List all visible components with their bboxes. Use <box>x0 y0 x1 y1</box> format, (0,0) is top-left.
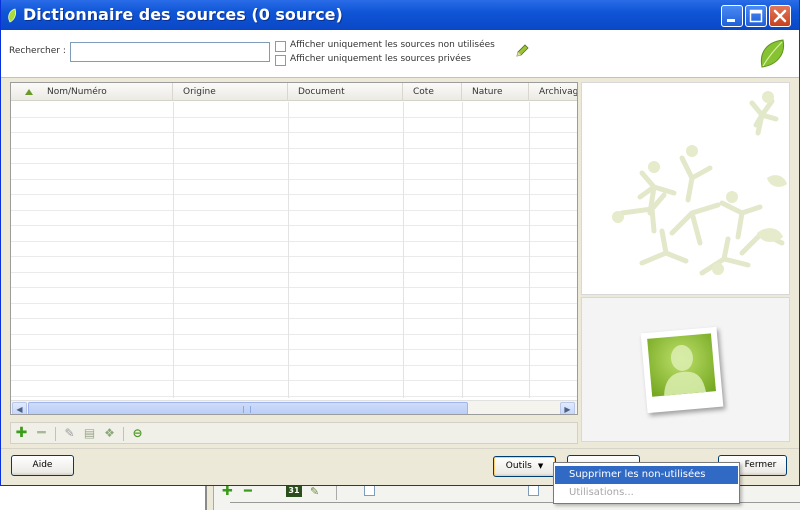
background-add-icon: ✚ <box>222 484 233 499</box>
empty-table-row <box>11 242 577 257</box>
scroll-grip <box>243 406 251 413</box>
person-silhouette-icon <box>647 333 716 397</box>
menu-item-usages[interactable]: Utilisations... <box>555 484 738 502</box>
maximize-icon <box>749 9 763 23</box>
empty-table-row <box>11 257 577 273</box>
column-header-document[interactable]: Document <box>288 83 403 101</box>
copy-icon[interactable]: ▤ <box>81 425 98 442</box>
background-edit-icon: ✎ <box>310 485 320 498</box>
column-header-label: Nature <box>472 87 503 97</box>
pencil-icon[interactable] <box>514 43 530 59</box>
table-header: Nom/Numéro Origine Document Cote Nature … <box>11 83 577 101</box>
column-divider <box>529 102 530 398</box>
empty-table-row <box>11 319 577 335</box>
empty-table-row <box>11 211 577 226</box>
scroll-thumb[interactable] <box>28 402 468 414</box>
empty-table-row <box>11 164 577 180</box>
empty-table-row <box>11 381 577 397</box>
column-header-label: Nom/Numéro <box>47 87 107 97</box>
add-icon[interactable]: ✚ <box>13 425 30 442</box>
background-checkbox <box>528 485 539 496</box>
tools-button-label: Outils <box>505 461 532 471</box>
empty-table-row <box>11 118 577 133</box>
close-icon <box>773 9 787 23</box>
tools-dropdown-button[interactable]: Outils ▼ <box>493 456 556 477</box>
column-header-label: Cote <box>413 87 434 97</box>
private-sources-label: Afficher uniquement les sources privées <box>290 54 471 64</box>
minimize-button[interactable] <box>721 5 743 27</box>
table-body <box>11 102 577 397</box>
content-area: Nom/Numéro Origine Document Cote Nature … <box>1 79 799 446</box>
unused-sources-label: Afficher uniquement les sources non util… <box>290 40 495 50</box>
column-divider <box>173 102 174 398</box>
remove-icon[interactable]: ━ <box>33 425 50 442</box>
column-header-label: Document <box>298 87 345 97</box>
empty-table-row <box>11 180 577 195</box>
leaf-icon <box>8 8 17 23</box>
help-button[interactable]: Aide <box>11 455 74 476</box>
leaf-logo-icon <box>760 39 785 68</box>
empty-table-row <box>11 195 577 211</box>
column-divider <box>462 102 463 398</box>
print-icon[interactable]: ⊖ <box>129 425 146 442</box>
chevron-down-icon: ▼ <box>537 462 544 470</box>
column-divider <box>403 102 404 398</box>
decorative-preview-panel <box>581 82 790 295</box>
close-window-button[interactable] <box>769 5 791 27</box>
column-divider <box>288 102 289 398</box>
scroll-left-button[interactable]: ◀ <box>12 402 27 414</box>
toolbar-separator <box>55 427 56 441</box>
empty-table-row <box>11 288 577 304</box>
empty-table-row <box>11 102 577 118</box>
menu-item-delete-unused[interactable]: Supprimer les non-utilisées <box>555 466 738 484</box>
photo-preview-panel <box>581 297 790 442</box>
background-checkbox <box>364 485 375 496</box>
private-sources-checkbox[interactable] <box>275 55 286 66</box>
empty-table-row <box>11 350 577 366</box>
empty-table-row <box>11 133 577 149</box>
scroll-right-button[interactable]: ▶ <box>560 402 575 414</box>
column-header-label: Origine <box>183 87 216 97</box>
maximize-button[interactable] <box>745 5 767 27</box>
unused-sources-checkbox[interactable] <box>275 41 286 52</box>
horizontal-scrollbar[interactable]: ◀ ▶ <box>11 400 577 414</box>
search-label: Rechercher : <box>9 46 66 56</box>
sources-table[interactable]: Nom/Numéro Origine Document Cote Nature … <box>10 82 578 415</box>
column-header-archiving[interactable]: Archivag <box>529 83 578 101</box>
empty-table-row <box>11 335 577 350</box>
column-header-name[interactable]: Nom/Numéro <box>11 83 173 101</box>
edit-icon[interactable]: ✎ <box>61 425 78 442</box>
window-title: Dictionnaire des sources (0 source) <box>23 5 343 24</box>
sort-ascending-icon <box>25 89 33 95</box>
title-bar[interactable]: Dictionnaire des sources (0 source) <box>1 0 799 30</box>
table-toolbar: ✚ ━ ✎ ▤ ❖ ⊖ <box>10 422 578 444</box>
sources-dictionary-window: Dictionnaire des sources (0 source) Rech… <box>0 0 800 486</box>
empty-table-row <box>11 273 577 288</box>
column-header-nature[interactable]: Nature <box>462 83 529 101</box>
tools-menu: Supprimer les non-utilisées Utilisations… <box>553 462 740 504</box>
column-header-origin[interactable]: Origine <box>173 83 288 101</box>
decorative-figures-illustration <box>612 91 787 276</box>
toolbar-separator <box>123 427 124 441</box>
merge-icon[interactable]: ❖ <box>101 425 118 442</box>
background-remove-icon: ━ <box>244 484 252 499</box>
column-header-label: Archivag <box>539 87 578 97</box>
search-panel: Rechercher : Afficher uniquement les sou… <box>1 30 799 78</box>
empty-table-row <box>11 366 577 381</box>
empty-table-row <box>11 149 577 164</box>
search-input[interactable] <box>70 42 270 62</box>
empty-table-row <box>11 226 577 242</box>
minimize-icon <box>727 19 735 22</box>
photo-placeholder <box>640 326 724 414</box>
column-header-reference[interactable]: Cote <box>403 83 462 101</box>
empty-table-row <box>11 304 577 319</box>
